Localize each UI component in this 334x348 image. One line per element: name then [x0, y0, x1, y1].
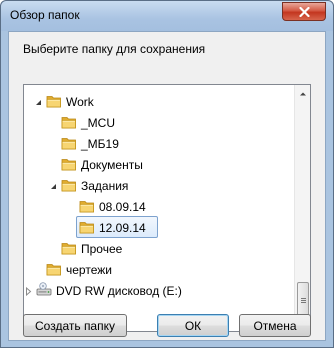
- tree-item-label: _МБ19: [81, 137, 119, 151]
- dvd-drive-icon: [36, 282, 52, 296]
- tree-item[interactable]: 08.09.14: [24, 196, 294, 218]
- tree-item[interactable]: DVD RW дисковод (E:): [24, 280, 294, 302]
- grip-line: [301, 298, 306, 299]
- folder-icon: [61, 138, 76, 150]
- tree-item-label: Документы: [81, 158, 143, 172]
- tree-item-label: _MCU: [81, 116, 116, 130]
- window-title: Обзор папок: [10, 8, 80, 22]
- tree-item-label: DVD RW дисковод (E:): [56, 284, 182, 298]
- expanded-arrow-icon[interactable]: [49, 182, 58, 191]
- folder-tree[interactable]: Work _MCU _МБ19 Документы Задания 08.09.14 12.…: [23, 84, 311, 332]
- title-bar[interactable]: Обзор папок: [1, 1, 333, 31]
- expanded-arrow-icon[interactable]: [34, 98, 43, 107]
- folder-icon: [61, 159, 76, 171]
- tree-item-label: Прочее: [81, 242, 123, 256]
- tree-item[interactable]: Задания: [24, 175, 294, 197]
- folder-icon: [61, 117, 76, 129]
- grip-line: [301, 300, 306, 301]
- tree-item-label: Задания: [81, 179, 129, 193]
- grip-line: [301, 302, 306, 303]
- dialog-body: Выберите папку для сохранения Work _MCU _М…: [8, 31, 326, 341]
- tree-item[interactable]: _MCU: [24, 112, 294, 134]
- folder-icon: [46, 264, 61, 276]
- new-folder-button[interactable]: Создать папку: [23, 314, 127, 337]
- folder-icon: [46, 96, 61, 108]
- folder-icon: [61, 243, 76, 255]
- folder-icon: [79, 201, 94, 213]
- tree-item-label: 12.09.14: [99, 221, 146, 235]
- folder-icon: [61, 180, 76, 192]
- vertical-scrollbar[interactable]: [294, 85, 310, 331]
- tree-item[interactable]: чертежи: [24, 259, 294, 281]
- scroll-up-arrow-icon[interactable]: [298, 89, 308, 99]
- tree-item[interactable]: Work: [24, 91, 294, 113]
- browse-folder-dialog: Обзор папок Выберите папку для сохранени…: [0, 0, 334, 348]
- prompt-text: Выберите папку для сохранения: [23, 42, 206, 56]
- tree-item[interactable]: Прочее: [24, 238, 294, 260]
- close-button[interactable]: [282, 2, 326, 21]
- close-icon: [298, 6, 310, 17]
- tree-item[interactable]: 12.09.14: [24, 216, 294, 239]
- ok-button[interactable]: ОК: [157, 314, 229, 337]
- tree-item-label: Work: [66, 95, 94, 109]
- tree-item[interactable]: Документы: [24, 154, 294, 176]
- collapsed-arrow-icon[interactable]: [24, 287, 33, 296]
- tree-item-label: 08.09.14: [99, 200, 146, 214]
- tree-item-label: чертежи: [66, 263, 112, 277]
- tree-item[interactable]: _МБ19: [24, 133, 294, 155]
- cancel-button[interactable]: Отмена: [239, 314, 311, 337]
- folder-icon: [79, 222, 94, 234]
